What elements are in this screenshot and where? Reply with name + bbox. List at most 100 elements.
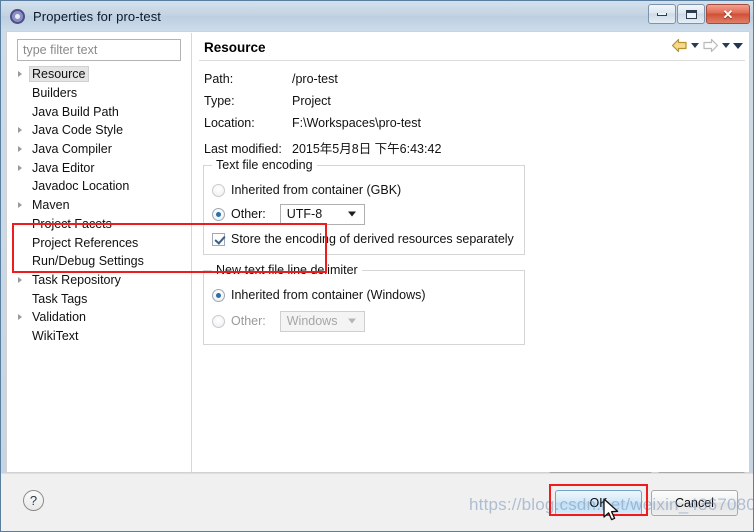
window-title: Properties for pro-test — [33, 8, 162, 24]
expand-arrow-icon[interactable] — [18, 146, 22, 153]
page-title: Resource — [204, 40, 266, 55]
tree-item-java-compiler[interactable]: Java Compiler — [15, 140, 185, 159]
line-delimiter-group: New text file line delimiter Inherited f… — [203, 263, 525, 345]
tree-item-builders[interactable]: Builders — [15, 84, 185, 103]
tree-item-resource[interactable]: Resource — [15, 65, 185, 84]
property-label: Path: — [204, 72, 234, 86]
view-menu-chevron-down-icon[interactable] — [733, 42, 743, 49]
tree-item-label: Task Repository — [32, 272, 121, 287]
minimize-button[interactable] — [648, 4, 676, 24]
tree-item-label: Task Tags — [32, 291, 88, 306]
tree-item-label: Validation — [32, 310, 86, 325]
property-type: Type: Project — [204, 94, 331, 108]
forward-arrow-icon[interactable] — [702, 38, 719, 53]
property-location: Location: F:\Workspaces\pro-test — [204, 116, 421, 130]
expand-arrow-icon[interactable] — [18, 164, 22, 171]
expand-arrow-icon[interactable] — [18, 202, 22, 209]
delimiter-select: Windows — [279, 310, 365, 332]
tree-item-task-repository[interactable]: Task Repository — [15, 271, 185, 290]
tree-item-label: Resource — [29, 66, 89, 83]
expand-arrow-icon[interactable] — [18, 314, 22, 321]
chevron-down-icon — [347, 211, 356, 217]
content-panel: Resource Builders Java Build Path Java C… — [6, 31, 750, 495]
tree-item-label: Javadoc Location — [32, 179, 130, 194]
tree-item-label: Maven — [32, 198, 70, 213]
tree-item-run-debug-settings[interactable]: Run/Debug Settings — [15, 252, 185, 271]
radio-icon[interactable] — [212, 183, 225, 197]
properties-dialog: Properties for pro-test ✕ Resource — [0, 0, 754, 532]
maximize-button[interactable] — [677, 4, 705, 24]
tree-item-maven[interactable]: Maven — [15, 196, 185, 215]
properties-icon — [9, 8, 26, 25]
tree-item-label: Builders — [32, 86, 78, 101]
tree-item-label: Java Compiler — [32, 142, 112, 157]
encoding-inherited-radio-row[interactable]: Inherited from container (GBK) — [212, 180, 401, 200]
radio-icon — [212, 314, 225, 328]
tree-item-label: Project References — [32, 235, 139, 250]
tree-item-label: Java Build Path — [32, 104, 119, 119]
window-controls: ✕ — [648, 4, 750, 24]
tree-item-java-code-style[interactable]: Java Code Style — [15, 121, 185, 140]
group-title: New text file line delimiter — [212, 263, 362, 277]
delimiter-other-radio-row: Other: Windows — [212, 310, 365, 332]
property-value: /pro-test — [292, 72, 338, 86]
close-button[interactable]: ✕ — [706, 4, 750, 24]
chevron-down-icon — [347, 318, 356, 324]
tree-item-task-tags[interactable]: Task Tags — [15, 289, 185, 308]
radio-icon[interactable] — [212, 288, 225, 302]
mouse-cursor — [602, 498, 622, 529]
delimiter-inherited-radio-row[interactable]: Inherited from container (Windows) — [212, 285, 426, 305]
property-label: Type: — [204, 94, 235, 108]
tree-item-java-editor[interactable]: Java Editor — [15, 158, 185, 177]
maximize-icon — [685, 9, 697, 19]
encoding-other-label: Other: — [231, 207, 266, 221]
expand-arrow-icon[interactable] — [18, 127, 22, 134]
property-last-modified: Last modified: 2015年5月8日 下午6:43:42 — [204, 138, 441, 157]
tree-item-label: Java Editor — [32, 160, 95, 175]
property-value: F:\Workspaces\pro-test — [292, 116, 421, 130]
property-value: 2015年5月8日 下午6:43:42 — [292, 142, 442, 156]
delimiter-select-value: Windows — [286, 314, 338, 328]
minimize-icon — [657, 12, 667, 16]
store-derived-label: Store the encoding of derived resources … — [231, 232, 514, 246]
forward-history-chevron-down-icon[interactable] — [722, 43, 730, 48]
property-path: Path: /pro-test — [204, 72, 338, 86]
close-icon: ✕ — [722, 6, 734, 22]
property-label: Last modified: — [204, 142, 282, 156]
expand-arrow-icon[interactable] — [18, 276, 22, 283]
filter-input[interactable] — [17, 39, 181, 61]
tree-item-wikitext[interactable]: WikiText — [15, 327, 185, 346]
dialog-body: Resource Builders Java Build Path Java C… — [6, 31, 750, 495]
panel-divider — [191, 33, 192, 473]
radio-icon[interactable] — [212, 207, 225, 221]
tree-item-validation[interactable]: Validation — [15, 308, 185, 327]
encoding-other-radio-row[interactable]: Other: UTF-8 — [212, 203, 365, 225]
settings-tree: Resource Builders Java Build Path Java C… — [15, 65, 185, 465]
title-bar: Properties for pro-test ✕ — [1, 1, 753, 31]
property-label: Location: — [204, 116, 255, 130]
tree-item-project-facets[interactable]: Project Facets — [15, 215, 185, 234]
encoding-select-value: UTF-8 — [286, 207, 323, 221]
back-history-chevron-down-icon[interactable] — [691, 43, 699, 48]
tree-item-java-build-path[interactable]: Java Build Path — [15, 102, 185, 121]
text-file-encoding-group: Text file encoding Inherited from contai… — [203, 158, 525, 255]
checkbox-icon[interactable] — [212, 232, 225, 246]
property-value: Project — [292, 94, 331, 108]
resource-page: Resource Path: /pro-test Type: Project L… — [199, 32, 749, 495]
page-nav-toolbar — [671, 38, 743, 53]
tree-item-label: Run/Debug Settings — [32, 254, 144, 269]
tree-item-project-references[interactable]: Project References — [15, 233, 185, 252]
back-arrow-icon[interactable] — [671, 38, 688, 53]
delimiter-other-label: Other: — [231, 314, 266, 328]
tree-item-label: WikiText — [32, 328, 79, 343]
delimiter-inherited-label: Inherited from container (Windows) — [231, 288, 426, 302]
help-button[interactable]: ? — [23, 490, 44, 511]
tree-item-javadoc-location[interactable]: Javadoc Location — [15, 177, 185, 196]
tree-item-label: Project Facets — [32, 216, 112, 231]
group-title: Text file encoding — [212, 158, 317, 172]
expand-arrow-icon[interactable] — [18, 71, 22, 78]
store-derived-checkbox-row[interactable]: Store the encoding of derived resources … — [212, 229, 514, 249]
encoding-inherited-label: Inherited from container (GBK) — [231, 183, 402, 197]
encoding-select[interactable]: UTF-8 — [279, 203, 365, 225]
title-separator — [199, 60, 745, 61]
